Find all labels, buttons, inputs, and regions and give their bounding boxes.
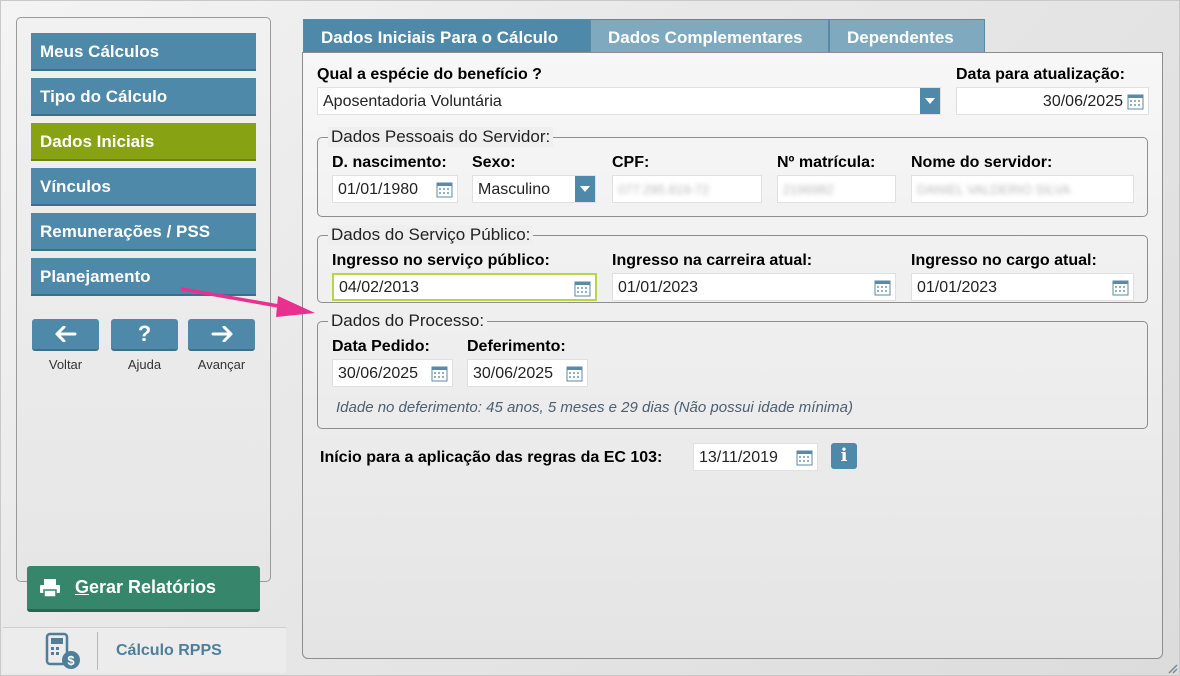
sidebar-item-tipo-do-calculo[interactable]: Tipo do Cálculo [31,78,256,116]
arrow-left-icon [55,326,76,342]
tab-dependentes[interactable]: Dependentes [829,19,985,53]
calculator-logo-icon: $ [45,632,80,669]
registration-label: Nº matrícula: [777,154,876,171]
update-date-field[interactable]: 30/06/2025 [956,87,1149,115]
back-label: Voltar [48,357,83,372]
entry-position-label: Ingresso no cargo atual: [911,252,1097,269]
birth-date-field[interactable]: 01/01/1980 [332,175,458,203]
calendar-icon[interactable] [431,365,448,382]
sex-select[interactable]: Masculino [472,175,596,203]
sidebar-item-remuneracoes-pss[interactable]: Remunerações / PSS [31,213,256,251]
sidebar-item-label: Tipo do Cálculo [40,87,168,106]
calendar-icon[interactable] [436,181,453,198]
sidebar-item-label: Dados Iniciais [40,132,155,151]
printer-icon [40,578,60,598]
tab-dados-complementares[interactable]: Dados Complementares [590,19,829,53]
next-label: Avançar [197,357,246,372]
next-button[interactable] [188,319,255,351]
sex-value: Masculino [478,181,551,198]
cpf-field[interactable]: 077.295.819-72 [612,175,762,203]
entry-career-field[interactable]: 01/01/2023 [612,273,896,301]
report-button-accel: G [75,577,90,597]
app-logo: $ Cálculo RPPS [3,627,286,673]
approval-date-value: 30/06/2025 [473,365,554,382]
server-name-value: DANIEL VALDERIO SILVA [917,182,1071,197]
select-arrow-icon[interactable] [920,88,940,114]
request-date-value: 30/06/2025 [338,365,419,382]
approval-date-label: Deferimento: [467,338,566,355]
server-name-label: Nome do servidor: [911,154,1053,171]
birth-date-value: 01/01/1980 [338,181,419,198]
benefit-type-value: Aposentadoria Voluntária [323,93,502,110]
entry-career-value: 01/01/2023 [618,279,699,296]
entry-position-field[interactable]: 01/01/2023 [911,273,1134,301]
sidebar-item-label: Meus Cálculos [40,42,160,61]
calendar-icon[interactable] [566,365,583,382]
entry-service-field[interactable]: 04/02/2013 [332,273,597,301]
select-arrow-icon[interactable] [575,176,595,202]
cpf-value: 077.295.819-72 [618,182,710,197]
calendar-icon[interactable] [1127,93,1144,110]
ec103-date-value: 13/11/2019 [699,449,778,466]
personal-data-legend: Dados Pessoais do Servidor: [328,127,554,147]
calendar-icon[interactable] [574,280,591,297]
help-label: Ajuda [127,357,162,372]
annotation-arrow-icon [180,287,315,317]
calendar-icon[interactable] [874,279,891,296]
birth-date-label: D. nascimento: [332,154,447,171]
arrow-right-icon [211,326,232,342]
sidebar-item-label: Vínculos [40,177,111,196]
logo-text: Cálculo RPPS [116,641,222,659]
entry-career-label: Ingresso na carreira atual: [612,252,813,269]
tab-dados-iniciais[interactable]: Dados Iniciais Para o Cálculo [303,19,591,53]
cpf-label: CPF: [612,154,650,171]
server-name-field[interactable]: DANIEL VALDERIO SILVA [911,175,1134,203]
ec103-label: Início para a aplicação das regras da EC… [320,449,663,466]
resize-grip-icon[interactable] [1166,662,1178,674]
process-legend: Dados do Processo: [328,311,488,331]
calendar-icon[interactable] [796,449,813,466]
back-button[interactable] [32,319,99,351]
age-note: Idade no deferimento: 45 anos, 5 meses e… [336,399,853,416]
update-date-value: 30/06/2025 [1042,93,1123,110]
ec103-date-field[interactable]: 13/11/2019 [693,443,818,471]
benefit-type-label: Qual a espécie do benefício ? [317,66,542,83]
approval-date-field[interactable]: 30/06/2025 [467,359,588,387]
help-button[interactable]: ? [111,319,178,351]
registration-value: 2196982 [783,182,834,197]
update-date-label: Data para atualização: [956,66,1125,83]
sidebar-item-dados-iniciais[interactable]: Dados Iniciais [31,123,256,161]
entry-service-value: 04/02/2013 [339,279,420,296]
request-date-field[interactable]: 30/06/2025 [332,359,453,387]
sidebar-item-label: Remunerações / PSS [40,222,211,241]
entry-position-value: 01/01/2023 [917,279,998,296]
sidebar-item-vinculos[interactable]: Vínculos [31,168,256,206]
svg-text:$: $ [67,653,75,668]
generate-reports-button[interactable]: Gerar Relatórios [27,566,260,612]
registration-field[interactable]: 2196982 [777,175,896,203]
report-button-label: erar Relatórios [89,577,217,597]
calendar-icon[interactable] [1112,279,1129,296]
info-icon[interactable]: i [831,443,857,469]
entry-service-label: Ingresso no serviço público: [332,252,550,269]
sidebar-item-label: Planejamento [40,267,151,286]
public-service-legend: Dados do Serviço Público: [328,225,534,245]
sidebar-item-meus-calculos[interactable]: Meus Cálculos [31,33,256,71]
benefit-type-select[interactable]: Aposentadoria Voluntária [317,87,941,115]
sex-label: Sexo: [472,154,516,171]
help-icon: ? [137,321,152,346]
request-date-label: Data Pedido: [332,338,430,355]
logo-separator [97,631,98,670]
